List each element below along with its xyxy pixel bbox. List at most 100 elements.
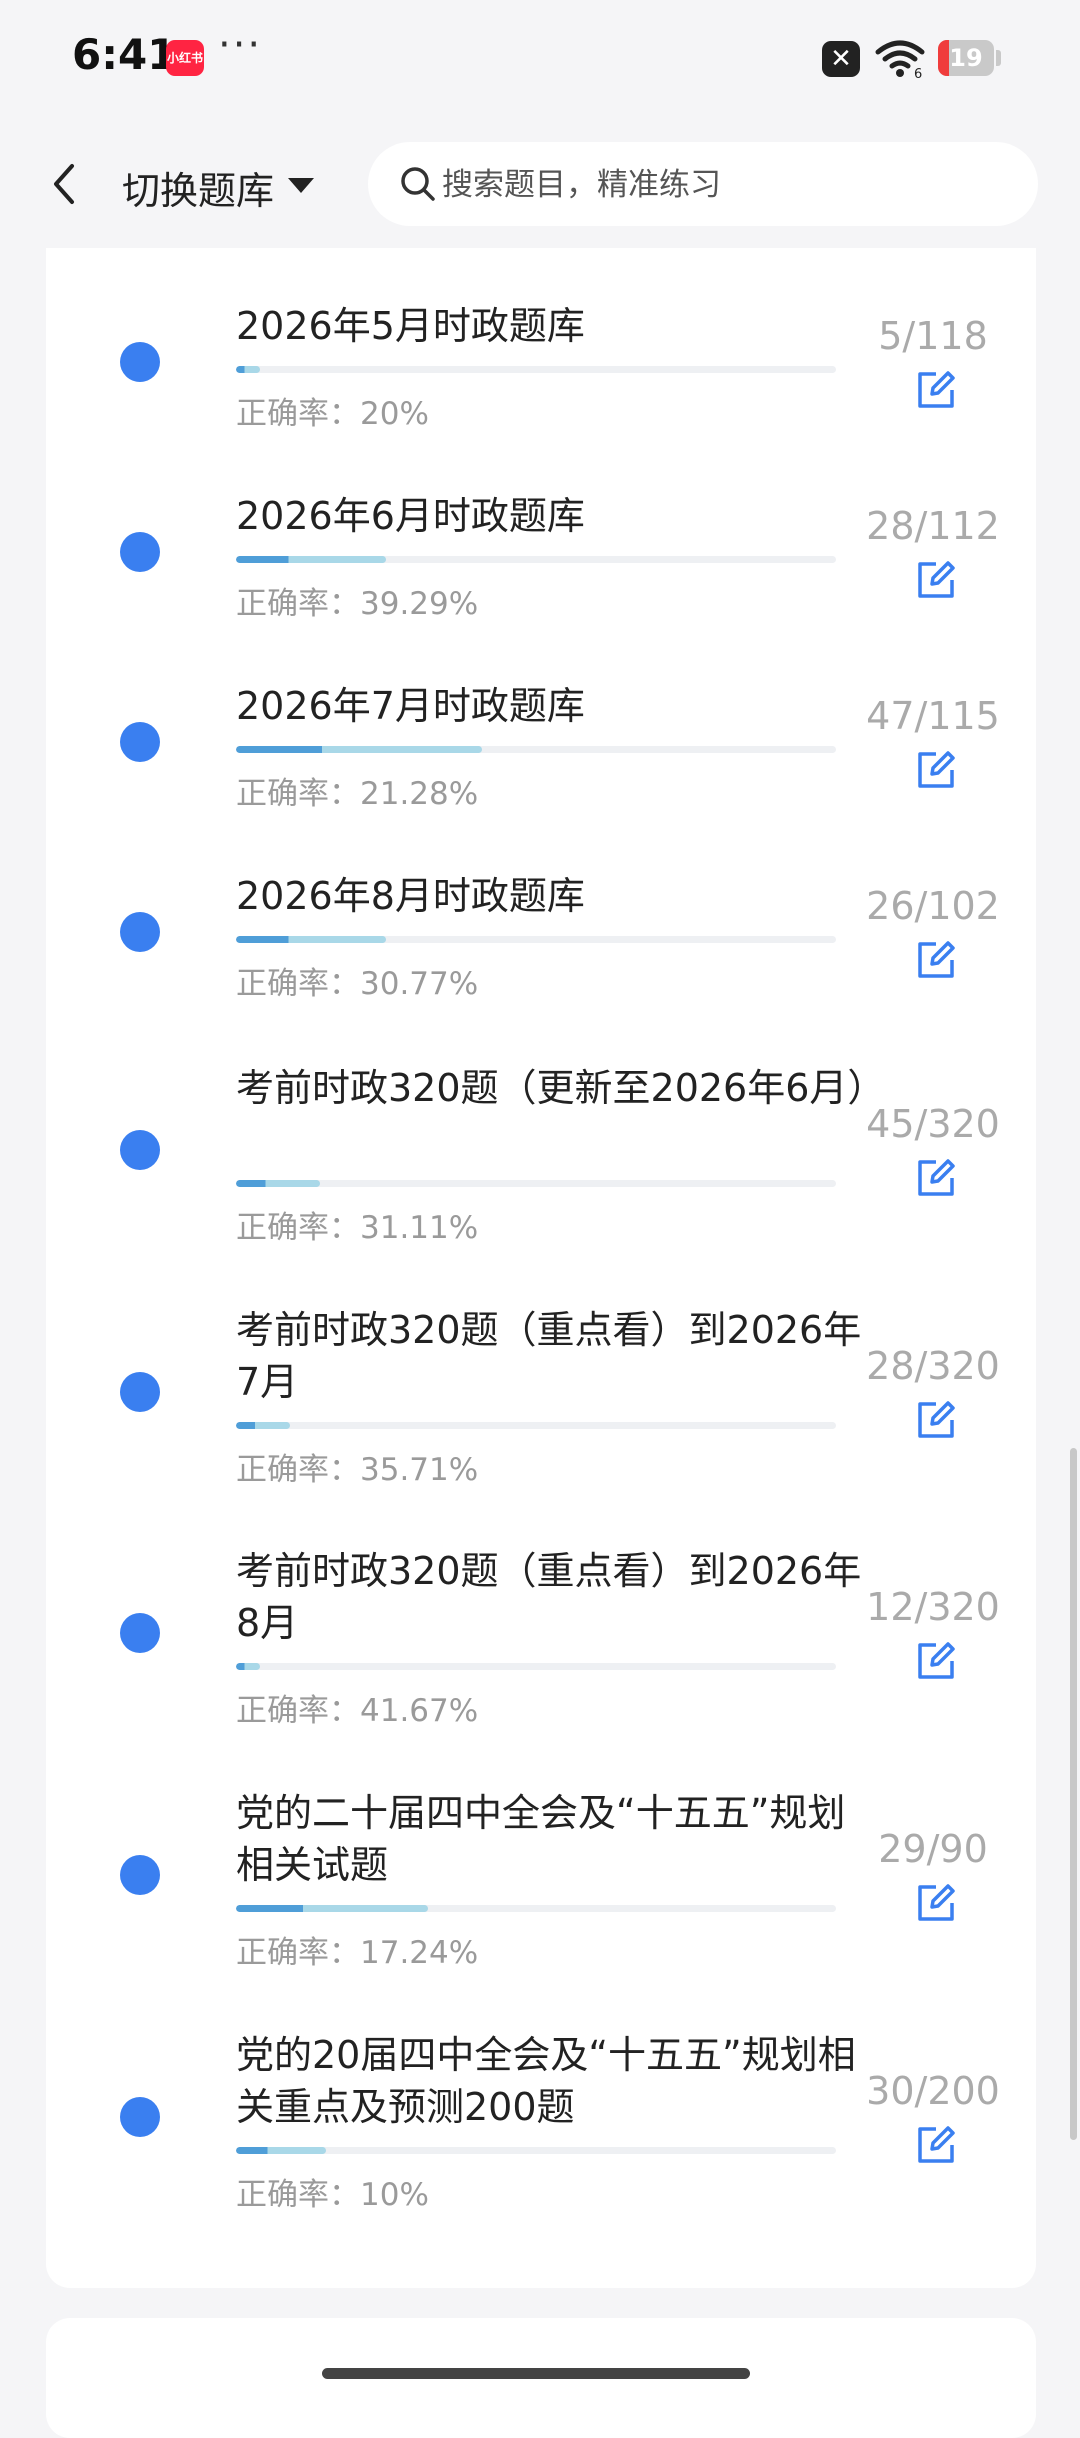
progress-bar — [236, 366, 260, 373]
bank-title: 考前时政320题（重点看）到2026年8月 — [236, 1549, 862, 1645]
accuracy-value: 41.67% — [360, 1693, 479, 1729]
status-dot — [120, 2097, 160, 2137]
status-bar: 6:41 小红书 ··· ✕ 6 19 — [0, 0, 1080, 120]
accuracy-prefix: 正确率： — [236, 1210, 360, 1246]
bank-title: 2026年6月时政题库 — [236, 494, 585, 538]
scrollbar[interactable] — [1070, 1448, 1077, 2140]
accuracy-prefix: 正确率： — [236, 2177, 360, 2213]
wifi-icon: 6 — [875, 40, 925, 78]
edit-icon[interactable] — [914, 368, 958, 412]
progress-count: 29/90 — [878, 1827, 988, 1871]
battery-level: 19 — [949, 44, 983, 72]
progress-count: 12/320 — [866, 1585, 1000, 1629]
status-dot — [120, 532, 160, 572]
progress-bar — [236, 1180, 320, 1187]
edit-icon[interactable] — [914, 1398, 958, 1442]
accuracy-label: 正确率：30.77% — [236, 958, 478, 1003]
progress-count: 28/112 — [866, 504, 1000, 548]
accuracy-value: 35.71% — [360, 1452, 479, 1488]
progress-count: 45/320 — [866, 1102, 1000, 1146]
progress-track — [236, 2147, 836, 2154]
search-box[interactable] — [368, 142, 1038, 228]
progress-bar — [236, 1905, 428, 1912]
progress-count: 5/118 — [878, 314, 988, 358]
accuracy-prefix: 正确率： — [236, 396, 360, 432]
accuracy-prefix: 正确率： — [236, 1693, 360, 1729]
progress-bar — [236, 936, 386, 943]
accuracy-label: 正确率：41.67% — [236, 1685, 478, 1730]
progress-track — [236, 936, 836, 943]
progress-bar — [236, 556, 386, 563]
progress-track — [236, 1663, 836, 1670]
bank-title: 2026年8月时政题库 — [236, 874, 585, 918]
progress-track — [236, 1905, 836, 1912]
accuracy-prefix: 正确率： — [236, 966, 360, 1002]
accuracy-value: 31.11% — [360, 1210, 479, 1246]
edit-icon[interactable] — [914, 748, 958, 792]
edit-icon[interactable] — [914, 1881, 958, 1925]
progress-bar — [236, 2147, 326, 2154]
status-time: 6:41 — [72, 30, 177, 79]
bank-title: 2026年5月时政题库 — [236, 304, 585, 348]
bank-title: 党的20届四中全会及“十五五”规划相关重点及预测200题 — [236, 2033, 856, 2129]
status-dot — [120, 912, 160, 952]
accuracy-prefix: 正确率： — [236, 776, 360, 812]
accuracy-label: 正确率：31.11% — [236, 1202, 478, 1247]
progress-count: 26/102 — [866, 884, 1000, 928]
battery-icon: 19 — [938, 40, 994, 76]
progress-count: 30/200 — [866, 2069, 1000, 2113]
top-header: 切换题库 — [0, 120, 1080, 248]
search-input[interactable] — [440, 142, 1004, 228]
status-dot — [120, 1855, 160, 1895]
progress-track — [236, 556, 836, 563]
accuracy-value: 30.77% — [360, 966, 479, 1002]
status-dot — [120, 1372, 160, 1412]
bank-title: 考前时政320题（重点看）到2026年7月 — [236, 1308, 862, 1404]
accuracy-prefix: 正确率： — [236, 1452, 360, 1488]
accuracy-value: 39.29% — [360, 586, 479, 622]
progress-track — [236, 366, 836, 373]
bank-title: 党的二十届四中全会及“十五五”规划相关试题 — [236, 1791, 846, 1887]
progress-track — [236, 746, 836, 753]
progress-count: 47/115 — [866, 694, 1000, 738]
progress-bar — [236, 1422, 290, 1429]
accuracy-value: 21.28% — [360, 776, 479, 812]
progress-bar — [236, 746, 482, 753]
status-dot — [120, 342, 160, 382]
edit-icon[interactable] — [914, 1639, 958, 1683]
progress-bar — [236, 1663, 260, 1670]
status-dot — [120, 722, 160, 762]
question-bank-card: 2026年5月时政题库 正确率：20% 5/118 2026年6月时政题库 正确… — [46, 220, 1036, 2288]
edit-icon[interactable] — [914, 938, 958, 982]
caret-down-icon[interactable] — [288, 178, 314, 193]
close-notification-icon: ✕ — [822, 41, 860, 77]
accuracy-prefix: 正确率： — [236, 1935, 360, 1971]
svg-text:6: 6 — [914, 67, 922, 78]
bank-title: 考前时政320题（更新至2026年6月） — [236, 1066, 886, 1110]
accuracy-label: 正确率：39.29% — [236, 578, 478, 623]
accuracy-label: 正确率：20% — [236, 388, 429, 433]
switch-bank-button[interactable]: 切换题库 — [122, 160, 274, 215]
edit-icon[interactable] — [914, 2123, 958, 2167]
more-notifications-icon: ··· — [218, 22, 263, 68]
search-icon — [401, 167, 435, 201]
home-indicator[interactable] — [322, 2368, 750, 2379]
accuracy-label: 正确率：17.24% — [236, 1927, 478, 1972]
battery-tip — [996, 50, 1001, 66]
edit-icon[interactable] — [914, 558, 958, 602]
xiaohongshu-app-icon: 小红书 — [166, 40, 204, 76]
edit-icon[interactable] — [914, 1156, 958, 1200]
accuracy-value: 20% — [360, 396, 429, 432]
accuracy-prefix: 正确率： — [236, 586, 360, 622]
accuracy-label: 正确率：21.28% — [236, 768, 478, 813]
progress-count: 28/320 — [866, 1344, 1000, 1388]
progress-track — [236, 1422, 836, 1429]
accuracy-value: 17.24% — [360, 1935, 479, 1971]
accuracy-value: 10% — [360, 2177, 429, 2213]
progress-track — [236, 1180, 836, 1187]
bank-title: 2026年7月时政题库 — [236, 684, 585, 728]
accuracy-label: 正确率：10% — [236, 2169, 429, 2214]
back-arrow-icon[interactable] — [44, 156, 84, 212]
status-dot — [120, 1613, 160, 1653]
status-dot — [120, 1130, 160, 1170]
